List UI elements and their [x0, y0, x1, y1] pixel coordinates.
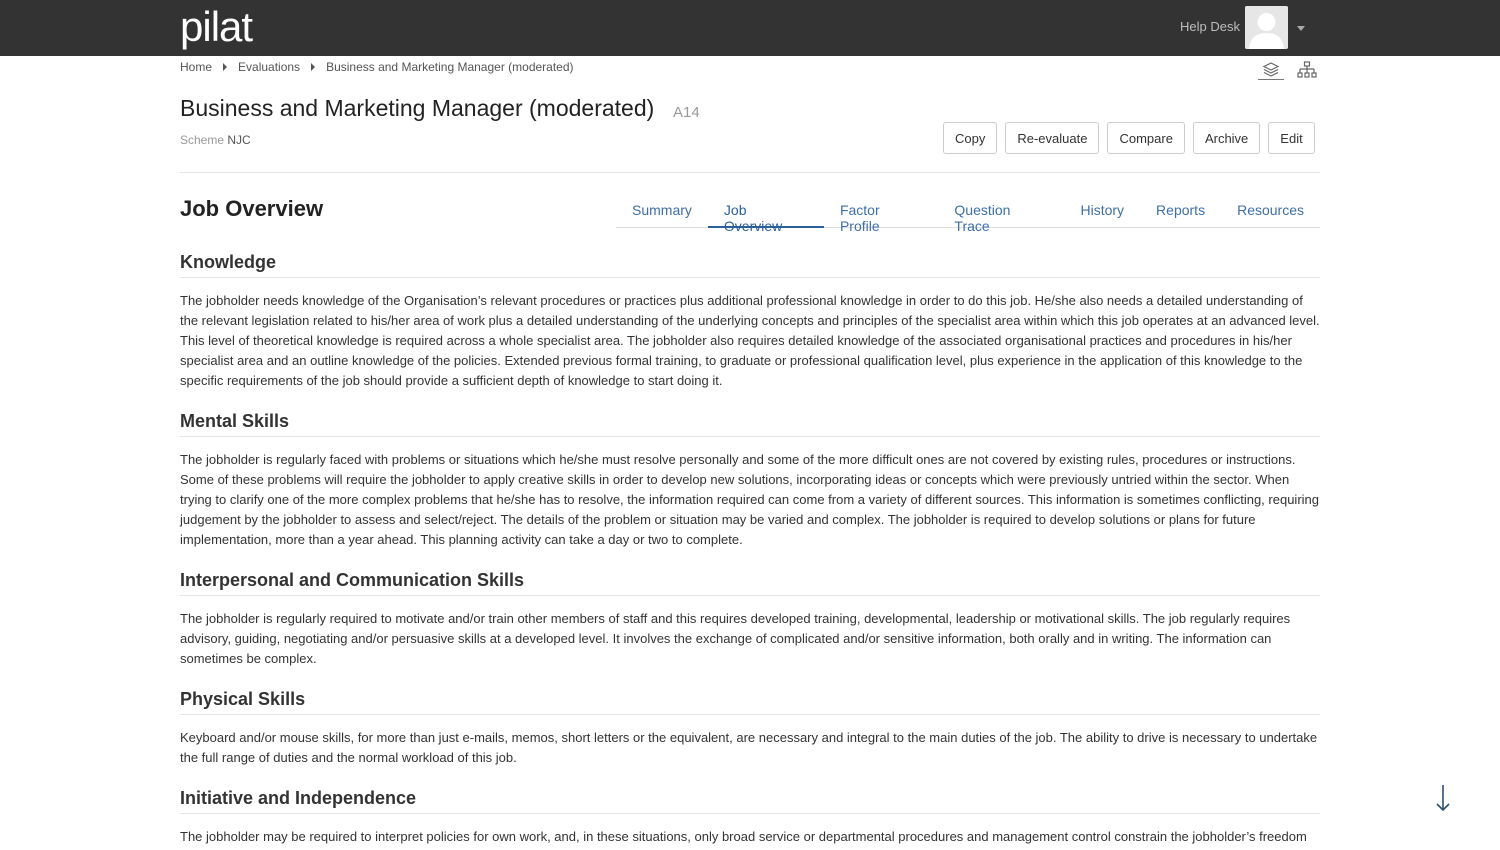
breadcrumb-evaluations[interactable]: Evaluations	[238, 60, 300, 74]
action-buttons: Copy Re-evaluate Compare Archive Edit	[943, 122, 1315, 154]
help-desk-link[interactable]: Help Desk	[1180, 19, 1240, 34]
edit-button[interactable]: Edit	[1268, 122, 1315, 154]
section-heading: Physical Skills	[180, 689, 1320, 715]
breadcrumb-home[interactable]: Home	[180, 60, 212, 74]
breadcrumb: Home Evaluations Business and Marketing …	[180, 60, 574, 74]
section-heading: Initiative and Independence	[180, 788, 1320, 814]
scheme-info: Scheme NJC	[180, 133, 251, 147]
section-text: The jobholder is regularly required to m…	[180, 611, 1291, 666]
scheme-value: NJC	[227, 133, 251, 147]
user-avatar-icon[interactable]	[1245, 6, 1288, 49]
section-heading: Knowledge	[180, 252, 1320, 278]
interpersonal-skills-section: Interpersonal and Communication Skills T…	[180, 570, 1320, 669]
tab-factor-profile[interactable]: Factor Profile	[824, 194, 938, 234]
hierarchy-icon[interactable]	[1294, 60, 1320, 80]
header-divider	[180, 172, 1320, 173]
view-toggle	[1258, 60, 1320, 80]
breadcrumb-current: Business and Marketing Manager (moderate…	[326, 60, 574, 74]
section-title: Job Overview	[180, 196, 324, 221]
top-navbar: pilat Help Desk	[0, 0, 1500, 56]
page-title: Business and Marketing Manager (moderate…	[180, 95, 655, 121]
user-menu-caret-down-icon[interactable]	[1297, 26, 1305, 31]
tab-job-overview[interactable]: Job Overview	[707, 194, 824, 234]
tab-bar: Summary Job Overview Factor Profile Ques…	[616, 194, 1320, 234]
physical-skills-section: Physical Skills Keyboard and/or mouse sk…	[180, 689, 1320, 768]
breadcrumb-separator-icon	[223, 63, 228, 71]
re-evaluate-button[interactable]: Re-evaluate	[1005, 122, 1100, 154]
tab-history[interactable]: History	[1064, 194, 1140, 228]
tab-resources[interactable]: Resources	[1221, 194, 1320, 228]
section-heading: Interpersonal and Communication Skills	[180, 570, 1320, 596]
tab-reports[interactable]: Reports	[1140, 194, 1221, 228]
section-text: The jobholder needs knowledge of the Org…	[180, 293, 1320, 388]
knowledge-section: Knowledge The jobholder needs knowledge …	[180, 252, 1320, 391]
tab-summary[interactable]: Summary	[616, 194, 708, 228]
copy-button[interactable]: Copy	[943, 122, 998, 154]
archive-button[interactable]: Archive	[1192, 122, 1261, 154]
section-text: Keyboard and/or mouse skills, for more t…	[180, 730, 1318, 765]
breadcrumb-separator-icon	[311, 63, 316, 71]
layers-icon[interactable]	[1258, 60, 1284, 80]
section-text: The jobholder may be required to interpr…	[180, 829, 1307, 850]
tab-question-trace[interactable]: Question Trace	[938, 194, 1064, 234]
section-heading: Mental Skills	[180, 411, 1320, 437]
arrow-down-icon[interactable]	[1433, 783, 1453, 813]
mental-skills-section: Mental Skills The jobholder is regularly…	[180, 411, 1320, 550]
compare-button[interactable]: Compare	[1107, 122, 1185, 154]
app-logo[interactable]: pilat	[180, 2, 253, 52]
job-code: A14	[673, 104, 700, 121]
scheme-label: Scheme	[180, 133, 225, 147]
job-overview-content: Knowledge The jobholder needs knowledge …	[180, 252, 1320, 850]
initiative-section: Initiative and Independence The jobholde…	[180, 788, 1320, 850]
section-text: The jobholder is regularly faced with pr…	[180, 452, 1319, 547]
